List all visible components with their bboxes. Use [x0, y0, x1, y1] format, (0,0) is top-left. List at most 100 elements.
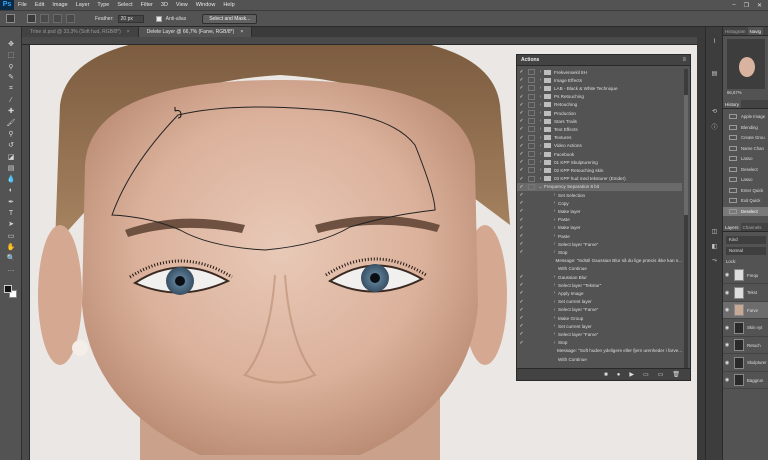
toggle-dialog-icon[interactable]: [528, 69, 535, 75]
toggle-item-check-icon[interactable]: ✓: [517, 282, 526, 288]
toggle-item-check-icon[interactable]: ✓: [517, 126, 526, 132]
eraser-icon[interactable]: ◪: [5, 152, 17, 161]
action-step-row[interactable]: ✓ › Stop: [517, 248, 682, 256]
action-step-row[interactable]: ✓ › Select layer "Farve": [517, 306, 682, 314]
toggle-dialog-icon[interactable]: [528, 192, 535, 198]
hand-tool-icon[interactable]: ✋: [5, 242, 17, 251]
action-message-row[interactable]: Message: "Indstil Gaussian Blur så du li…: [517, 257, 682, 265]
feather-input[interactable]: 20 px: [117, 14, 144, 23]
action-set-row[interactable]: ✓ › 03 KPP hud med teksturer (Emder): [517, 175, 682, 183]
stop-icon[interactable]: ■: [604, 372, 608, 378]
toggle-item-check-icon[interactable]: ✓: [517, 85, 526, 91]
chevron-right-icon[interactable]: ›: [537, 118, 544, 124]
blur-tool-icon[interactable]: 💧: [5, 175, 17, 184]
toggle-item-check-icon[interactable]: ✓: [517, 340, 526, 346]
toggle-item-check-icon[interactable]: ✓: [517, 151, 526, 157]
action-set-row[interactable]: ✓ › LAB - Black & White Technique: [517, 84, 682, 92]
action-step-row[interactable]: ✓ › Set current layer: [517, 298, 682, 306]
history-item[interactable]: Apple Image: [723, 112, 768, 122]
toggle-dialog-icon[interactable]: [528, 126, 535, 133]
action-step-row[interactable]: ✓ › Select layer "Tekstur": [517, 281, 682, 289]
chevron-right-icon[interactable]: ›: [551, 233, 558, 239]
visibility-eye-icon[interactable]: ◉: [723, 307, 731, 313]
toggle-dialog-icon[interactable]: [528, 77, 535, 84]
action-set-row[interactable]: ✓ › 02 KPP Retouching skin: [517, 166, 682, 174]
healing-brush-icon[interactable]: ✚: [5, 107, 17, 116]
menu-image[interactable]: Image: [48, 2, 71, 8]
menu-edit[interactable]: Edit: [31, 2, 48, 8]
chevron-right-icon[interactable]: ›: [537, 110, 544, 116]
action-step-row[interactable]: ✓ ⌄ Frequency Separation 8 bit: [517, 182, 682, 191]
toggle-item-check-icon[interactable]: ✓: [517, 200, 526, 206]
info-icon[interactable]: ⓘ: [710, 122, 719, 131]
menu-file[interactable]: File: [14, 2, 31, 8]
toggle-dialog-icon[interactable]: [528, 356, 535, 362]
toggle-item-check-icon[interactable]: ✓: [517, 102, 526, 108]
intersect-selection-icon[interactable]: [66, 14, 75, 23]
tab-layers[interactable]: Layers: [723, 223, 741, 231]
chevron-right-icon[interactable]: ›: [537, 126, 544, 132]
play-icon[interactable]: ▶: [629, 371, 634, 378]
canvas-vertical-scrollbar[interactable]: [697, 37, 705, 460]
toggle-dialog-icon[interactable]: [528, 110, 535, 116]
layer-row[interactable]: ◉ Farve: [723, 302, 768, 319]
toggle-dialog-icon[interactable]: [528, 331, 535, 337]
select-and-mask-button[interactable]: Select and Mask...: [202, 13, 258, 24]
chevron-right-icon[interactable]: ›: [551, 192, 558, 198]
action-step-row[interactable]: ✓ › Paste: [517, 232, 682, 240]
toggle-item-check-icon[interactable]: ✓: [517, 135, 526, 141]
chevron-right-icon[interactable]: ›: [537, 151, 544, 157]
toggle-item-check-icon[interactable]: ✓: [517, 143, 526, 149]
foreground-color-swatch[interactable]: [4, 285, 12, 293]
menu-help[interactable]: Help: [219, 2, 238, 8]
record-icon[interactable]: ●: [617, 372, 621, 378]
add-selection-icon[interactable]: [40, 14, 49, 23]
menu-filter[interactable]: Filter: [137, 2, 157, 8]
history-item[interactable]: Name Chan: [723, 144, 768, 154]
paths-icon[interactable]: ⤳: [710, 257, 719, 265]
history-item[interactable]: Create Grou: [723, 133, 768, 143]
toggle-dialog-icon[interactable]: [528, 290, 535, 296]
toggle-dialog-icon[interactable]: [528, 233, 535, 239]
toggle-dialog-icon[interactable]: [528, 159, 535, 166]
toggle-item-check-icon[interactable]: ✓: [517, 77, 526, 83]
quick-select-icon[interactable]: ✎: [5, 73, 17, 82]
brush-tool-icon[interactable]: 🖌: [5, 118, 17, 127]
menu-select[interactable]: Select: [113, 2, 136, 8]
tab-navigator[interactable]: Navig: [747, 27, 764, 35]
chevron-right-icon[interactable]: ›: [537, 176, 544, 182]
history-item[interactable]: Lasso: [723, 175, 768, 185]
chevron-right-icon[interactable]: ›: [537, 143, 544, 149]
layer-row[interactable]: ◉ Baggrun: [723, 372, 768, 389]
layer-row[interactable]: ◉ Retuch: [723, 337, 768, 354]
zoom-value[interactable]: 66,67%: [727, 90, 742, 95]
history-item[interactable]: Deselect: [723, 206, 768, 217]
history-icon[interactable]: ⟲: [710, 107, 719, 115]
maximize-icon[interactable]: ❐: [744, 2, 749, 9]
toggle-dialog-icon[interactable]: [528, 118, 535, 125]
chevron-right-icon[interactable]: ›: [537, 159, 544, 165]
chevron-right-icon[interactable]: ›: [537, 69, 544, 75]
action-step-row[interactable]: ✓ › Set current layer: [517, 322, 682, 330]
toggle-item-check-icon[interactable]: ✓: [517, 94, 526, 100]
tab-close-icon[interactable]: ×: [240, 27, 243, 37]
chevron-right-icon[interactable]: ›: [551, 299, 558, 305]
history-item[interactable]: Enter Quick: [723, 186, 768, 196]
subtract-selection-icon[interactable]: [53, 14, 62, 23]
toggle-dialog-icon[interactable]: [528, 315, 535, 321]
toggle-dialog-icon[interactable]: [528, 323, 535, 329]
zoom-tool-icon[interactable]: 🔍: [5, 254, 17, 263]
action-set-row[interactable]: ✓ › Image Effects: [517, 76, 682, 84]
toggle-dialog-icon[interactable]: [528, 200, 535, 206]
lasso-tool-preset-icon[interactable]: [6, 14, 15, 23]
action-step-row[interactable]: ✓ › Select layer "Farve": [517, 330, 682, 338]
toggle-dialog-icon[interactable]: [528, 217, 535, 223]
toggle-dialog-icon[interactable]: [528, 93, 535, 100]
clone-stamp-icon[interactable]: ⚲: [5, 129, 17, 138]
pen-tool-icon[interactable]: ✒: [5, 197, 17, 206]
menu-type[interactable]: Type: [93, 2, 113, 8]
chevron-right-icon[interactable]: ›: [551, 208, 558, 214]
move-tool-icon[interactable]: ✥: [5, 39, 17, 48]
layer-row[interactable]: ◉ Skin nyt: [723, 320, 768, 337]
more-tools-icon[interactable]: …: [5, 265, 17, 274]
